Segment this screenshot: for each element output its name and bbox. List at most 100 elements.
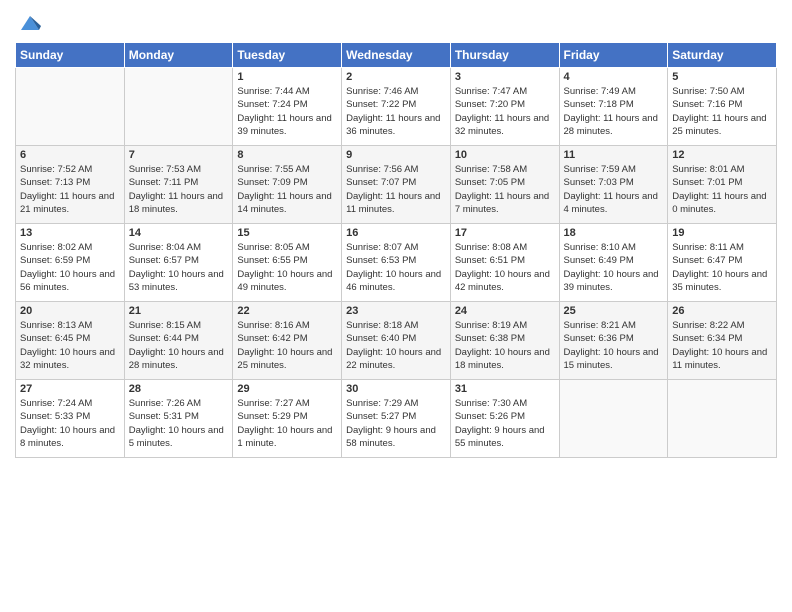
- sunrise-text: Sunrise: 7:59 AM: [564, 163, 664, 176]
- daylight-text: Daylight: 11 hours and 4 minutes.: [564, 190, 664, 217]
- weekday-header: Sunday: [16, 43, 125, 68]
- day-info: Sunrise: 8:19 AMSunset: 6:38 PMDaylight:…: [455, 319, 555, 372]
- day-number: 2: [346, 71, 446, 83]
- calendar-cell: 24Sunrise: 8:19 AMSunset: 6:38 PMDayligh…: [450, 302, 559, 380]
- daylight-text: Daylight: 10 hours and 42 minutes.: [455, 268, 555, 295]
- calendar-cell: 8 Sunrise: 7:55 AMSunset: 7:09 PMDaylight…: [233, 146, 342, 224]
- day-number: 23: [346, 305, 446, 317]
- daylight-text: Daylight: 10 hours and 22 minutes.: [346, 346, 446, 373]
- sunrise-text: Sunrise: 8:05 AM: [237, 241, 337, 254]
- sunrise-text: Sunrise: 7:24 AM: [20, 397, 120, 410]
- sunset-text: Sunset: 7:03 PM: [564, 176, 664, 189]
- day-info: Sunrise: 7:55 AMSunset: 7:09 PMDaylight:…: [237, 163, 337, 216]
- sunrise-text: Sunrise: 8:07 AM: [346, 241, 446, 254]
- sunset-text: Sunset: 6:42 PM: [237, 332, 337, 345]
- sunset-text: Sunset: 6:36 PM: [564, 332, 664, 345]
- day-number: 1: [237, 71, 337, 83]
- sunrise-text: Sunrise: 7:58 AM: [455, 163, 555, 176]
- sunset-text: Sunset: 5:29 PM: [237, 410, 337, 423]
- calendar-header-row: SundayMondayTuesdayWednesdayThursdayFrid…: [16, 43, 777, 68]
- day-info: Sunrise: 7:30 AMSunset: 5:26 PMDaylight:…: [455, 397, 555, 450]
- day-info: Sunrise: 8:05 AMSunset: 6:55 PMDaylight:…: [237, 241, 337, 294]
- daylight-text: Daylight: 10 hours and 53 minutes.: [129, 268, 229, 295]
- sunset-text: Sunset: 7:09 PM: [237, 176, 337, 189]
- day-number: 28: [129, 383, 229, 395]
- daylight-text: Daylight: 10 hours and 11 minutes.: [672, 346, 772, 373]
- page: SundayMondayTuesdayWednesdayThursdayFrid…: [0, 0, 792, 612]
- calendar-cell: 20Sunrise: 8:13 AMSunset: 6:45 PMDayligh…: [16, 302, 125, 380]
- day-info: Sunrise: 8:08 AMSunset: 6:51 PMDaylight:…: [455, 241, 555, 294]
- daylight-text: Daylight: 11 hours and 39 minutes.: [237, 112, 337, 139]
- calendar-cell: [124, 68, 233, 146]
- calendar: SundayMondayTuesdayWednesdayThursdayFrid…: [15, 42, 777, 458]
- weekday-header: Friday: [559, 43, 668, 68]
- day-number: 14: [129, 227, 229, 239]
- daylight-text: Daylight: 10 hours and 35 minutes.: [672, 268, 772, 295]
- day-number: 17: [455, 227, 555, 239]
- weekday-header: Saturday: [668, 43, 777, 68]
- sunrise-text: Sunrise: 7:27 AM: [237, 397, 337, 410]
- day-number: 11: [564, 149, 664, 161]
- day-number: 5: [672, 71, 772, 83]
- daylight-text: Daylight: 10 hours and 8 minutes.: [20, 424, 120, 451]
- sunset-text: Sunset: 6:34 PM: [672, 332, 772, 345]
- sunrise-text: Sunrise: 7:29 AM: [346, 397, 446, 410]
- daylight-text: Daylight: 10 hours and 15 minutes.: [564, 346, 664, 373]
- daylight-text: Daylight: 11 hours and 0 minutes.: [672, 190, 772, 217]
- day-number: 7: [129, 149, 229, 161]
- day-number: 26: [672, 305, 772, 317]
- calendar-week-row: 13Sunrise: 8:02 AMSunset: 6:59 PMDayligh…: [16, 224, 777, 302]
- day-info: Sunrise: 8:11 AMSunset: 6:47 PMDaylight:…: [672, 241, 772, 294]
- calendar-week-row: 1Sunrise: 7:44 AMSunset: 7:24 PMDaylight…: [16, 68, 777, 146]
- calendar-cell: 23Sunrise: 8:18 AMSunset: 6:40 PMDayligh…: [342, 302, 451, 380]
- day-number: 8: [237, 149, 337, 161]
- daylight-text: Daylight: 10 hours and 39 minutes.: [564, 268, 664, 295]
- daylight-text: Daylight: 10 hours and 56 minutes.: [20, 268, 120, 295]
- sunrise-text: Sunrise: 8:18 AM: [346, 319, 446, 332]
- sunset-text: Sunset: 7:20 PM: [455, 98, 555, 111]
- calendar-cell: 17 Sunrise: 8:08 AMSunset: 6:51 PMDayligh…: [450, 224, 559, 302]
- calendar-cell: 4Sunrise: 7:49 AMSunset: 7:18 PMDaylight…: [559, 68, 668, 146]
- calendar-week-row: 6 Sunrise: 7:52 AMSunset: 7:13 PMDaylight…: [16, 146, 777, 224]
- day-info: Sunrise: 7:56 AMSunset: 7:07 PMDaylight:…: [346, 163, 446, 216]
- day-info: Sunrise: 7:52 AMSunset: 7:13 PMDaylight:…: [20, 163, 120, 216]
- daylight-text: Daylight: 10 hours and 18 minutes.: [455, 346, 555, 373]
- sunrise-text: Sunrise: 7:52 AM: [20, 163, 120, 176]
- sunset-text: Sunset: 7:01 PM: [672, 176, 772, 189]
- sunset-text: Sunset: 6:59 PM: [20, 254, 120, 267]
- daylight-text: Daylight: 10 hours and 1 minute.: [237, 424, 337, 451]
- sunset-text: Sunset: 7:16 PM: [672, 98, 772, 111]
- day-info: Sunrise: 8:04 AMSunset: 6:57 PMDaylight:…: [129, 241, 229, 294]
- calendar-cell: [559, 380, 668, 458]
- day-number: 3: [455, 71, 555, 83]
- weekday-header: Monday: [124, 43, 233, 68]
- day-number: 31: [455, 383, 555, 395]
- daylight-text: Daylight: 10 hours and 49 minutes.: [237, 268, 337, 295]
- sunrise-text: Sunrise: 8:08 AM: [455, 241, 555, 254]
- sunrise-text: Sunrise: 8:19 AM: [455, 319, 555, 332]
- calendar-cell: 28Sunrise: 7:26 AMSunset: 5:31 PMDayligh…: [124, 380, 233, 458]
- weekday-header: Thursday: [450, 43, 559, 68]
- sunrise-text: Sunrise: 7:30 AM: [455, 397, 555, 410]
- sunset-text: Sunset: 6:55 PM: [237, 254, 337, 267]
- day-info: Sunrise: 8:16 AMSunset: 6:42 PMDaylight:…: [237, 319, 337, 372]
- sunrise-text: Sunrise: 7:47 AM: [455, 85, 555, 98]
- sunset-text: Sunset: 7:11 PM: [129, 176, 229, 189]
- daylight-text: Daylight: 11 hours and 11 minutes.: [346, 190, 446, 217]
- day-number: 6: [20, 149, 120, 161]
- daylight-text: Daylight: 10 hours and 5 minutes.: [129, 424, 229, 451]
- day-number: 12: [672, 149, 772, 161]
- day-info: Sunrise: 7:24 AMSunset: 5:33 PMDaylight:…: [20, 397, 120, 450]
- calendar-cell: 16Sunrise: 8:07 AMSunset: 6:53 PMDayligh…: [342, 224, 451, 302]
- daylight-text: Daylight: 10 hours and 32 minutes.: [20, 346, 120, 373]
- calendar-cell: 18Sunrise: 8:10 AMSunset: 6:49 PMDayligh…: [559, 224, 668, 302]
- calendar-cell: 2Sunrise: 7:46 AMSunset: 7:22 PMDaylight…: [342, 68, 451, 146]
- day-info: Sunrise: 8:02 AMSunset: 6:59 PMDaylight:…: [20, 241, 120, 294]
- daylight-text: Daylight: 9 hours and 55 minutes.: [455, 424, 555, 451]
- day-info: Sunrise: 7:49 AMSunset: 7:18 PMDaylight:…: [564, 85, 664, 138]
- daylight-text: Daylight: 11 hours and 32 minutes.: [455, 112, 555, 139]
- weekday-header: Tuesday: [233, 43, 342, 68]
- day-number: 9: [346, 149, 446, 161]
- sunset-text: Sunset: 7:24 PM: [237, 98, 337, 111]
- sunset-text: Sunset: 7:07 PM: [346, 176, 446, 189]
